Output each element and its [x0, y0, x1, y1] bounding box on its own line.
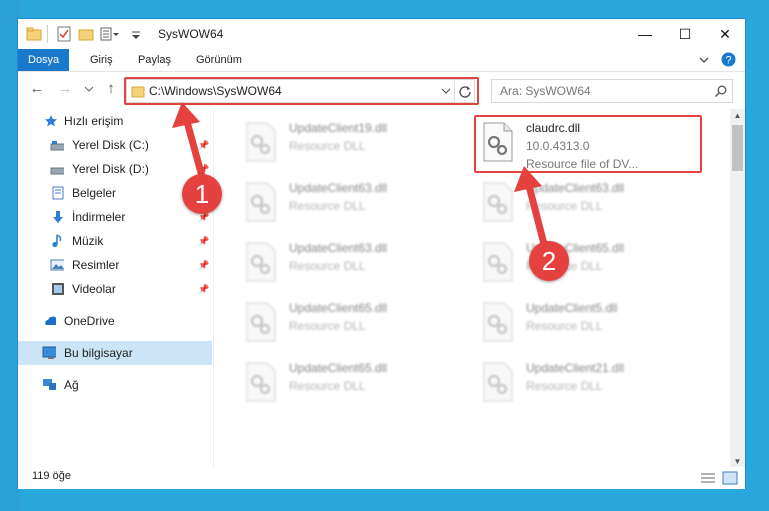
arrow-1-head	[172, 102, 200, 128]
arrow-1	[182, 114, 207, 184]
arrow-2-head	[514, 166, 542, 192]
callout-1: 1	[182, 174, 222, 214]
callout-2: 2	[529, 241, 569, 281]
arrow-2	[524, 178, 549, 252]
annotation-arrows	[172, 102, 549, 252]
